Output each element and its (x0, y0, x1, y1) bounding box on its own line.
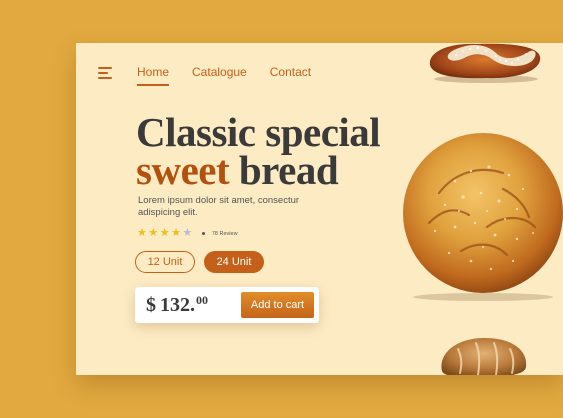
price-currency: $ (146, 294, 156, 316)
separator-dot (201, 232, 205, 235)
crusty-roll-image-bottom (441, 337, 527, 375)
top-nav: Home Catalogue Contact (137, 65, 311, 86)
price-main: 132. (160, 294, 195, 316)
review-count: 78 Review (211, 230, 238, 237)
hero-title-accent: sweet (136, 147, 230, 193)
round-loaf-image (403, 133, 563, 301)
price-cents: 00 (196, 293, 208, 307)
star-icon: ★ (171, 227, 181, 239)
price-panel: $ 132. 00 Add to cart (135, 287, 319, 323)
star-icon: ★ (159, 227, 170, 239)
menu-line (98, 77, 112, 79)
menu-line (98, 67, 112, 69)
hero-title-rest: bread (229, 147, 339, 193)
star-icon: ★ (148, 227, 159, 239)
menu-line (98, 72, 108, 74)
rating: ★ ★ ★ ★ ★ 78 Review (137, 228, 238, 239)
star-icon: ★ (137, 227, 147, 239)
add-to-cart-button[interactable]: Add to cart (241, 292, 314, 318)
nav-contact[interactable]: Contact (270, 65, 311, 86)
hero-title: Classic special sweet bread (136, 109, 381, 191)
landing-card: Home Catalogue Contact Classic special s… (76, 43, 563, 375)
unit-option-24[interactable]: 24 Unit (204, 251, 264, 273)
nav-catalogue[interactable]: Catalogue (192, 65, 247, 86)
hamburger-menu-icon[interactable] (98, 67, 112, 81)
hero-title-line1: Classic special (136, 109, 381, 155)
nav-home[interactable]: Home (137, 65, 170, 86)
unit-option-12[interactable]: 12 Unit (135, 251, 195, 273)
star-empty-icon: ★ (182, 227, 193, 239)
hero-title-line2: sweet bread (136, 150, 380, 191)
hero-description: Lorem ipsum dolor sit amet, consectur ad… (138, 195, 300, 218)
bread-roll-image-top (429, 43, 541, 83)
price: $ 132. 00 (146, 292, 208, 318)
